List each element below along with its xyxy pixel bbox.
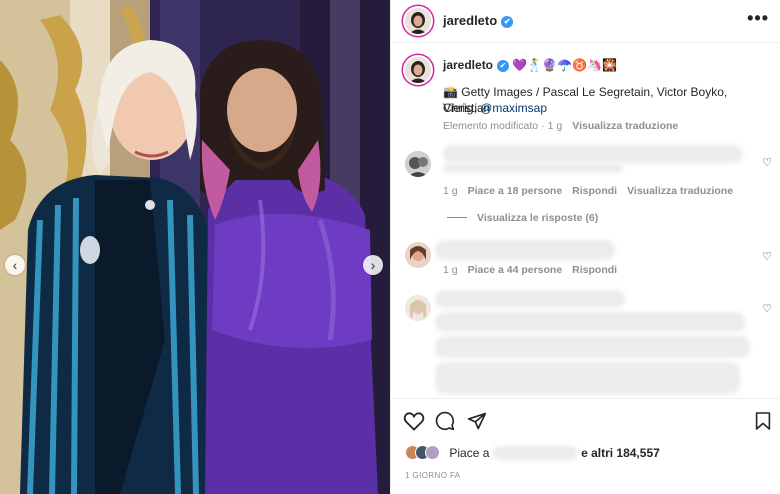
post-timestamp[interactable]: 1 GIORNO FA [405,471,461,480]
camera-emoji: 📸 [443,85,458,99]
comment-1-meta: 1 g Piace a 18 persone Rispondi Visualizza … [443,185,743,197]
comment-3-avatar-image [405,295,431,321]
post-photo[interactable]: ‹ › [0,0,390,494]
replies-divider [447,217,467,218]
comment-1-likes[interactable]: Piace a 18 persone [468,185,563,197]
author-username[interactable]: jaredleto ✔ [443,13,514,28]
avatar-image [405,8,431,34]
photo-illustration [0,0,390,494]
save-bookmark-icon[interactable] [755,411,771,431]
comment-1-like-icon[interactable]: ♡ [762,156,772,169]
caption-edited: Elemento modificato [443,120,539,132]
likes-count[interactable]: e altri 184,557 [581,446,660,460]
comment-2-text-blurred [435,240,615,260]
caption-avatar-image [405,57,431,83]
likes-prefix: Piace a [449,446,490,460]
comment-3-like-icon[interactable]: ♡ [762,302,772,315]
comment-2-reply[interactable]: Rispondi [572,264,617,276]
comment-1-translate[interactable]: Visualizza traduzione [627,185,733,197]
caption-meta: Elemento modificato · 1 g Visualizza traduz… [443,120,678,132]
caption-verified-icon: ✔ [497,60,510,72]
comment-2-like-icon[interactable]: ♡ [762,250,772,263]
comment-1-avatar[interactable] [405,151,431,177]
comment-3-text-blurred-2 [435,312,745,332]
caption-credit-text-2: Vierig, [443,101,477,115]
liker-avatar-3 [425,445,440,460]
comment-3-text-blurred-1 [435,290,625,308]
comment-1-text-blurred [443,145,743,163]
comment-3-text-blurred-4 [435,362,740,394]
comment-1-avatar-image [405,151,431,177]
caption-header: jaredleto ✔ 💜🕺🔮☂️♉🦄🎇 [443,57,617,73]
more-options-icon[interactable]: ••• [747,8,769,29]
caption-sep: · [541,120,545,132]
post-side-panel: jaredleto ✔ ••• jaredleto ✔ 💜🕺🔮☂️♉🦄🎇 📸 Get… [390,0,780,494]
caption-age: 1 g [547,120,563,132]
comment-2-likes[interactable]: Piace a 44 persone [468,264,563,276]
post-actions: Piace a e altri 184,557 1 GIORNO FA [391,398,780,494]
comment-3-text-blurred-3 [435,336,750,358]
carousel-next-button[interactable]: › [363,255,383,275]
caption-credit-line2: Vierig, @maximsap [443,100,547,116]
comment-1-reply[interactable]: Rispondi [572,185,617,197]
comment-1-replies[interactable]: Visualizza le risposte (6) [447,212,598,224]
comment-icon[interactable] [435,411,455,431]
view-replies-link[interactable]: Visualizza le risposte (6) [477,212,598,224]
comment-2-meta: 1 g Piace a 44 persone Rispondi [443,264,627,276]
author-username-text[interactable]: jaredleto [443,13,497,28]
comment-1-age: 1 g [443,185,458,197]
caption-translate-link[interactable]: Visualizza traduzione [572,120,678,132]
post-header: jaredleto ✔ ••• [391,0,780,43]
comment-1-text-blurred-2 [443,163,623,173]
liker-name-blurred [492,446,578,460]
verified-badge-icon: ✔ [501,16,514,28]
caption-emojis: 💜🕺🔮☂️♉🦄🎇 [512,58,617,72]
comment-2-avatar-image [405,242,431,268]
like-heart-icon[interactable] [403,411,425,431]
comment-3-avatar[interactable] [405,295,431,321]
share-direct-icon[interactable] [467,411,487,431]
comment-2-age: 1 g [443,264,458,276]
author-avatar[interactable] [405,8,431,34]
comment-2-avatar[interactable] [405,242,431,268]
likes-summary[interactable]: Piace a e altri 184,557 [405,445,660,460]
caption-avatar[interactable] [405,57,431,83]
caption-mention-link[interactable]: @maximsap [480,101,547,115]
carousel-prev-button[interactable]: ‹ [5,255,25,275]
caption-username[interactable]: jaredleto [443,58,493,72]
